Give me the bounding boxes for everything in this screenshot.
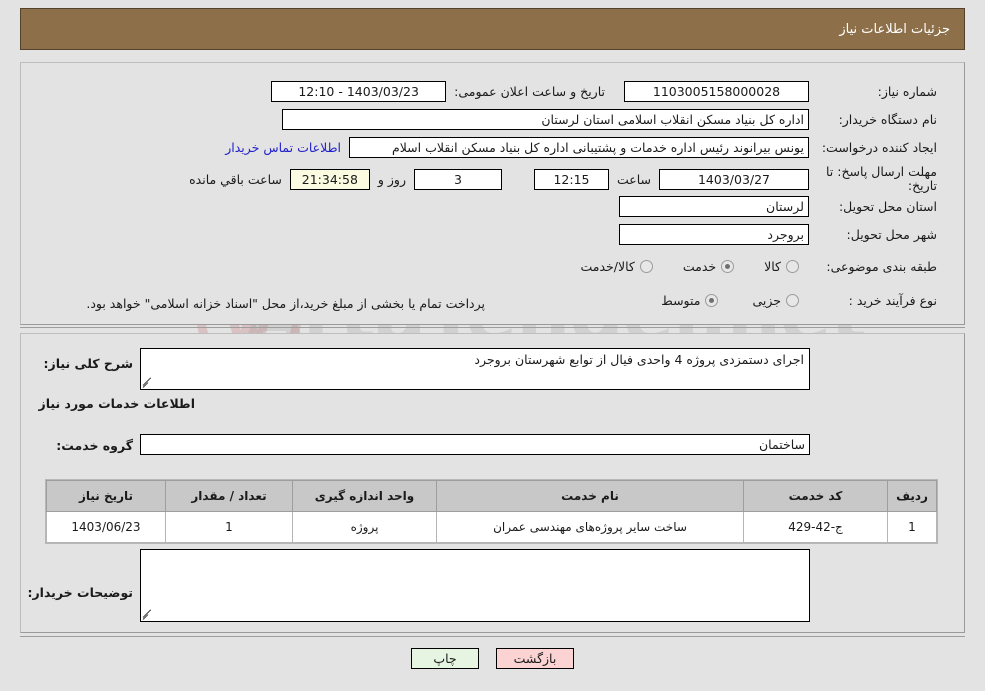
- category-label: طبقه بندی موضوعی:: [826, 259, 937, 274]
- announce-date-value: 1403/03/23 - 12:10: [271, 81, 447, 102]
- category-option-goods-service-label: کالا/خدمت: [580, 259, 635, 274]
- cell-unit: پروژه: [292, 511, 437, 543]
- process-type-row: نوع فرآیند خرید : جزیی متوسط: [661, 293, 937, 308]
- deadline-hour-label: ساعت: [616, 171, 651, 187]
- announce-date-label: تاریخ و ساعت اعلان عمومی:: [454, 84, 605, 99]
- table-row: 1 ج-42-429 ساخت سایر پروژه‌های مهندسی عم…: [46, 511, 937, 543]
- page-header-bar: جزئیات اطلاعات نیاز: [20, 8, 965, 50]
- col-index: ردیف: [887, 480, 937, 512]
- remaining-days-label: روز و: [377, 171, 406, 187]
- deadline-label: مهلت ارسال پاسخ: تا تاریخ:: [826, 164, 937, 193]
- category-option-goods-service[interactable]: کالا/خدمت: [580, 259, 653, 274]
- services-section-title: اطلاعات خدمات مورد نیاز: [38, 396, 196, 411]
- buyer-contact-link[interactable]: اطلاعات تماس خریدار: [225, 140, 341, 155]
- buyer-notes-label: توضیحات خریدار:: [27, 585, 133, 600]
- services-table: ردیف کد خدمت نام خدمت واحد اندازه گیری ت…: [46, 480, 937, 543]
- category-row: طبقه بندی موضوعی: کالا خدمت کالا/خدمت: [580, 259, 937, 274]
- footer-divider: [20, 636, 965, 637]
- service-group-label: گروه خدمت:: [56, 438, 133, 453]
- category-option-service[interactable]: خدمت: [682, 259, 735, 274]
- process-option-medium-label: متوسط: [661, 293, 701, 308]
- need-number-value: 1103005158000028: [624, 81, 809, 102]
- cell-service-name: ساخت سایر پروژه‌های مهندسی عمران: [436, 511, 744, 543]
- resize-grip-icon[interactable]: [143, 609, 154, 620]
- description-value: اجرای دستمزدی پروژه 4 واحدی فیال از تواب…: [474, 352, 804, 367]
- request-creator-label: ایجاد کننده درخواست:: [821, 140, 937, 155]
- city-label: شهر محل تحویل:: [846, 227, 937, 242]
- description-textarea[interactable]: اجرای دستمزدی پروژه 4 واحدی فیال از تواب…: [140, 348, 810, 390]
- announce-date-row: تاریخ و ساعت اعلان عمومی: 1403/03/23 - 1…: [271, 81, 605, 102]
- footer-buttons: بازگشت چاپ: [0, 648, 985, 669]
- request-creator-value: یونس بیرانوند رئیس اداره خدمات و پشتیبان…: [349, 137, 809, 158]
- page-title: جزئیات اطلاعات نیاز: [839, 21, 950, 37]
- buyer-org-value: اداره کل بنیاد مسکن انقلاب اسلامی استان …: [282, 109, 809, 130]
- category-radio-goods[interactable]: [786, 260, 799, 273]
- province-row: استان محل تحویل: لرستان: [619, 196, 937, 217]
- panel-divider: [20, 327, 965, 328]
- request-creator-row: ایجاد کننده درخواست: یونس بیرانوند رئیس …: [225, 137, 937, 158]
- col-need-date: تاریخ نیاز: [46, 480, 166, 512]
- table-header-row: ردیف کد خدمت نام خدمت واحد اندازه گیری ت…: [46, 480, 937, 512]
- process-option-minor-label: جزیی: [752, 293, 781, 308]
- page-root: ArtaTender.net جزئیات اطلاعات نیاز شماره…: [0, 0, 985, 691]
- col-unit: واحد اندازه گیری: [292, 480, 437, 512]
- description-label: شرح کلی نیاز:: [43, 356, 133, 371]
- description-row: [837, 352, 937, 355]
- process-option-minor[interactable]: جزیی: [752, 293, 799, 308]
- process-type-label: نوع فرآیند خرید :: [848, 293, 937, 308]
- buyer-org-label: نام دستگاه خریدار:: [838, 112, 937, 127]
- description-label: [837, 352, 937, 355]
- city-row: شهر محل تحویل: بروجرد: [619, 224, 937, 245]
- print-button[interactable]: چاپ: [411, 648, 479, 669]
- category-radio-goods-service[interactable]: [639, 260, 653, 273]
- treasury-note: پرداخت تمام یا بخشی از مبلغ خرید،از محل …: [86, 296, 485, 311]
- city-value: بروجرد: [619, 224, 809, 245]
- resize-grip-icon[interactable]: [143, 377, 154, 388]
- cell-need-date: 1403/06/23: [46, 511, 166, 543]
- province-value: لرستان: [619, 196, 809, 217]
- need-number-row: شماره نیاز: 1103005158000028: [624, 81, 937, 102]
- process-radio-minor[interactable]: [786, 294, 799, 307]
- buyer-notes-textarea[interactable]: [140, 549, 810, 622]
- deadline-row: مهلت ارسال پاسخ: تا تاریخ: 1403/03/27 سا…: [189, 165, 937, 193]
- col-service-name: نام خدمت: [436, 480, 744, 512]
- buyer-org-row: نام دستگاه خریدار: اداره کل بنیاد مسکن ا…: [282, 109, 937, 130]
- cell-index: 1: [887, 511, 937, 543]
- category-radio-service[interactable]: [721, 260, 735, 273]
- deadline-date-value: 1403/03/27: [659, 168, 809, 190]
- category-option-goods[interactable]: کالا: [764, 259, 799, 274]
- col-quantity: تعداد / مقدار: [165, 480, 293, 512]
- category-option-goods-label: کالا: [764, 259, 781, 274]
- deadline-time-value: 12:15: [533, 168, 609, 190]
- back-button[interactable]: بازگشت: [496, 648, 574, 669]
- remaining-time-label: ساعت باقي مانده: [189, 171, 282, 187]
- col-service-code: کد خدمت: [743, 480, 888, 512]
- need-number-label: شماره نیاز:: [877, 84, 937, 99]
- process-option-medium[interactable]: متوسط: [661, 293, 719, 308]
- category-option-service-label: خدمت: [682, 259, 717, 274]
- services-table-wrap: ردیف کد خدمت نام خدمت واحد اندازه گیری ت…: [45, 479, 938, 544]
- process-radio-medium[interactable]: [705, 294, 719, 307]
- remaining-time-value: 21:34:58: [289, 168, 370, 190]
- service-group-value: ساختمان: [140, 434, 810, 455]
- cell-service-code: ج-42-429: [743, 511, 888, 543]
- remaining-days-value: 3: [413, 168, 502, 190]
- province-label: استان محل تحویل:: [838, 199, 937, 214]
- cell-quantity: 1: [165, 511, 293, 543]
